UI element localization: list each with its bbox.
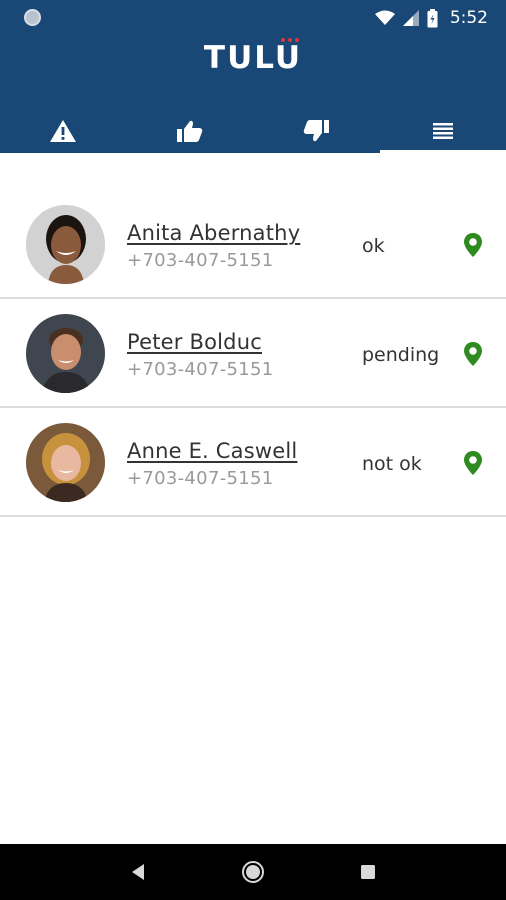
home-button[interactable] <box>233 852 273 892</box>
list-icon <box>432 122 453 139</box>
thumbs-down-icon <box>304 119 330 141</box>
status-bar: 5:52 <box>0 0 506 36</box>
logo-text: TULU <box>203 38 303 76</box>
notification-dot-icon <box>24 9 41 26</box>
location-pin-icon[interactable] <box>463 450 483 476</box>
tab-bar <box>0 108 506 153</box>
app-header: 5:52 TULU <box>0 0 506 153</box>
contact-name[interactable]: Peter Bolduc <box>127 330 262 354</box>
list-item[interactable]: Peter Bolduc +703-407-5151 pending <box>0 299 506 408</box>
logo-accent-dots <box>281 38 300 42</box>
back-button[interactable] <box>118 852 158 892</box>
warning-icon <box>50 119 77 142</box>
tab-alerts[interactable] <box>0 108 127 153</box>
app-logo: TULU <box>0 38 506 76</box>
list-item[interactable]: Anita Abernathy +703-407-5151 ok <box>0 190 506 299</box>
recents-icon <box>361 865 376 879</box>
contact-phone: +703-407-5151 <box>127 359 274 380</box>
tab-thumbs-up[interactable] <box>127 108 254 153</box>
contact-phone: +703-407-5151 <box>127 250 274 271</box>
location-pin-icon[interactable] <box>463 232 483 258</box>
contact-name[interactable]: Anita Abernathy <box>127 221 300 245</box>
contact-phone: +703-407-5151 <box>127 468 274 489</box>
tab-thumbs-down[interactable] <box>253 108 380 153</box>
status-time: 5:52 <box>449 8 488 28</box>
android-nav-bar <box>0 844 506 900</box>
list-item[interactable]: Anne E. Caswell +703-407-5151 not ok <box>0 408 506 517</box>
recents-button[interactable] <box>348 852 388 892</box>
contact-status: pending <box>362 344 440 366</box>
tab-list[interactable] <box>379 108 506 153</box>
back-icon <box>131 864 144 880</box>
contact-status: ok <box>362 235 385 257</box>
home-icon <box>241 861 264 883</box>
status-icons: 5:52 <box>374 6 488 30</box>
avatar <box>26 423 105 502</box>
thumbs-up-icon <box>176 120 202 142</box>
battery-icon <box>427 8 438 27</box>
contact-list: Anita Abernathy +703-407-5151 ok Peter B… <box>0 190 506 517</box>
location-pin-icon[interactable] <box>463 341 483 367</box>
wifi-icon <box>374 10 395 25</box>
avatar <box>26 205 105 284</box>
contact-name[interactable]: Anne E. Caswell <box>127 439 297 463</box>
contact-status: not ok <box>362 453 422 475</box>
signal-icon <box>402 10 419 26</box>
avatar <box>26 314 105 393</box>
